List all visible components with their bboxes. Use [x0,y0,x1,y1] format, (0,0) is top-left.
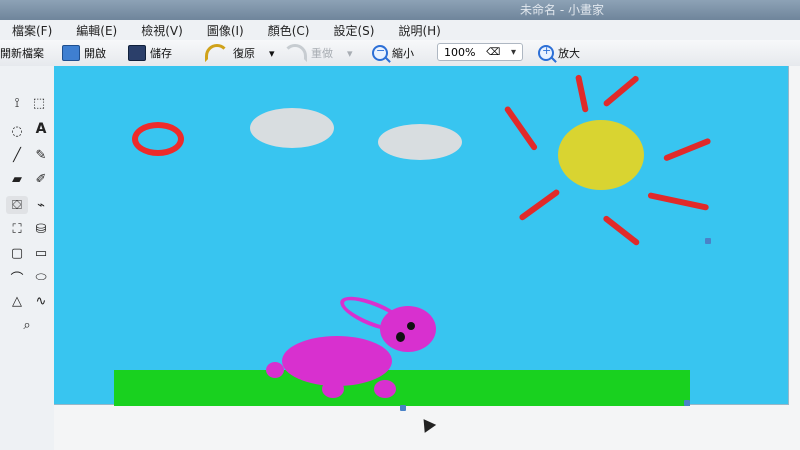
menu-file[interactable]: 檔案(F) [0,22,64,39]
zoom-tool-icon[interactable]: ⌕ [16,316,38,334]
stamp-tool-icon[interactable]: ⛁ [30,220,52,238]
open-button[interactable]: 開啟 [62,44,106,62]
open-label: 開啟 [84,47,106,60]
rabbit-foot-shape [374,380,396,398]
toolbar: 開新檔案 開啟 儲存 復原 ▾ 重做 ▾ 縮小 放大 [0,40,800,67]
zoom-in-label: 放大 [558,47,580,60]
redo-icon [283,44,307,62]
ellipse-tool-icon[interactable]: ⬭ [30,268,52,286]
drawing-canvas[interactable] [54,66,789,411]
save-icon [128,45,146,61]
clear-zoom-icon[interactable]: ⌫ [486,47,500,58]
menu-view[interactable]: 檢視(V) [129,22,195,39]
pencil-tool-icon[interactable]: ✎ [30,146,52,164]
rect-select-icon[interactable]: ⬚ [28,94,50,112]
redo-label: 重做 [311,47,333,60]
bezier-tool-icon[interactable]: ∿ [30,292,52,310]
zoom-out-button[interactable]: 縮小 [372,44,414,62]
cloud-left-shape [250,108,334,148]
menu-colors[interactable]: 顏色(C) [256,22,322,39]
save-label: 儲存 [150,47,172,60]
polygon-tool-icon[interactable]: △ [6,292,28,310]
canvas-area[interactable] [54,66,800,450]
undo-button[interactable]: 復原 ▾ [205,44,275,62]
eraser-tool-icon[interactable]: ▰ [6,170,28,188]
save-button[interactable]: 儲存 [128,44,172,62]
rabbit-body-shape [282,336,392,386]
rect-tool-icon[interactable]: ▭ [30,244,52,262]
sun-ray [662,137,712,162]
sun-ray [647,192,710,211]
new-file-button[interactable]: 開新檔案 [0,44,44,62]
free-select-icon[interactable]: ⟟ [6,94,28,112]
sun-ray [518,188,561,222]
lasso-select-icon[interactable]: ◌ [6,122,28,140]
menu-image[interactable]: 圖像(I) [195,22,256,39]
redo-dropdown-chevron-icon[interactable]: ▾ [347,47,353,60]
title-bar: 未命名 - 小畫家 [0,0,800,20]
chevron-down-icon[interactable]: ▾ [511,47,516,58]
menu-bar: 檔案(F) 編輯(E) 檢視(V) 圖像(I) 顏色(C) 設定(S) 說明(H… [0,20,800,41]
canvas-resize-handle-right[interactable] [705,238,711,244]
canvas-resize-handle-bottom[interactable] [400,405,406,411]
zoom-out-label: 縮小 [392,47,414,60]
undo-dropdown-chevron-icon[interactable]: ▾ [269,47,275,60]
rabbit-eye-shape [407,322,415,330]
sun-ray [503,105,539,152]
rounded-rect-tool-icon[interactable]: ▢ [6,244,28,262]
rabbit-eye-shape [396,332,405,342]
sun-ray [575,74,589,113]
color-picker-icon[interactable]: ⌁ [30,196,52,214]
new-file-label: 開新檔案 [0,47,44,60]
fill-tool-icon[interactable]: ⛋ [6,196,28,214]
menu-help[interactable]: 說明(H) [386,22,452,39]
zoom-in-button[interactable]: 放大 [538,44,580,62]
line-tool-icon[interactable]: ╱ [6,146,28,164]
brush-tool-icon[interactable]: ✐ [30,170,52,188]
sun-ray [602,74,640,108]
paint-window: 未命名 - 小畫家 檔案(F) 編輯(E) 檢視(V) 圖像(I) 顏色(C) … [0,0,800,450]
tool-palette: ⟟ ⬚ ◌ A ╱ ✎ ▰ ✐ ⛋ ⌁ ⛶ ⛁ ▢ ▭ ⌒ ⬭ △ ∿ ⌕ [0,66,55,450]
grass-ground-shape [114,370,690,406]
open-icon [62,45,80,61]
window-title: 未命名 - 小畫家 [520,3,604,17]
zoom-in-icon [538,44,554,61]
cloud-right-shape [378,124,462,160]
mouse-pointer-icon [417,415,437,433]
zoom-level-value: 100% [444,45,476,59]
rabbit-foot-shape [322,380,344,398]
rabbit-tail-shape [266,362,284,378]
canvas-resize-handle-corner[interactable] [684,400,690,406]
text-tool-icon[interactable]: A [30,120,52,138]
sun-shape [558,120,644,190]
curve-shape-tool-icon[interactable]: ⌒ [6,268,28,287]
zoom-level-select[interactable]: 100% ⌫ ▾ [437,43,523,61]
menu-edit[interactable]: 編輯(E) [64,22,129,39]
undo-icon [205,44,229,62]
redo-button[interactable]: 重做 ▾ [283,44,353,62]
sun-ray [602,214,641,247]
menu-settings[interactable]: 設定(S) [321,22,386,39]
undo-label: 復原 [233,47,255,60]
zoom-out-icon [372,44,388,61]
spray-tool-icon[interactable]: ⛶ [6,220,28,238]
red-ring-shape [132,122,184,156]
